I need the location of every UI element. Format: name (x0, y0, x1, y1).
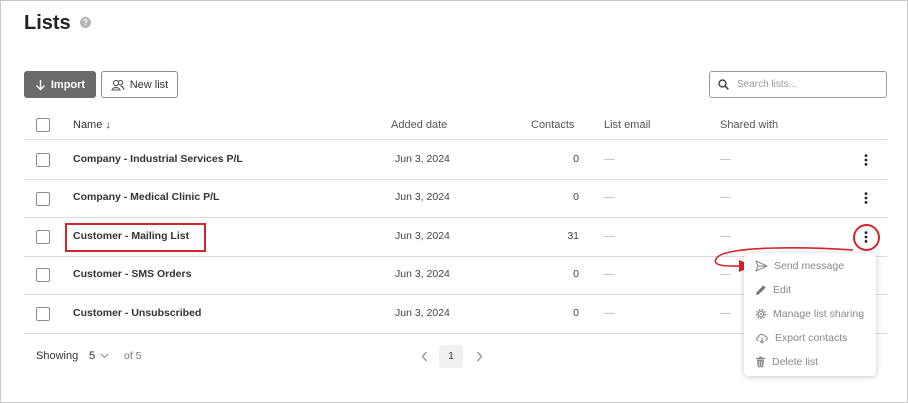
contacts-count: 0 (573, 307, 579, 319)
contacts-count: 31 (567, 230, 579, 242)
list-email: — (604, 268, 615, 280)
added-date: Jun 3, 2024 (395, 191, 450, 203)
chevron-right-icon (476, 351, 482, 361)
annotation-highlight-box (65, 223, 206, 252)
added-date: Jun 3, 2024 (395, 268, 450, 280)
contacts-count: 0 (573, 268, 579, 280)
row-checkbox[interactable] (36, 192, 50, 206)
row-context-menu: Send message Edit Manage list sharing Ex… (744, 253, 876, 376)
added-date: Jun 3, 2024 (395, 153, 450, 165)
kebab-menu-icon (864, 192, 868, 204)
people-icon (111, 79, 125, 91)
menu-item-send-message[interactable]: Send message (755, 258, 844, 274)
import-button-label: Import (50, 78, 86, 91)
menu-item-delete-list[interactable]: Delete list (755, 354, 818, 370)
column-header-name[interactable]: Name ↓ (73, 119, 111, 131)
row-actions-button[interactable] (858, 152, 874, 168)
send-icon (755, 260, 768, 272)
list-email: — (604, 153, 615, 165)
menu-item-edit[interactable]: Edit (755, 282, 791, 298)
chevron-left-icon (421, 351, 427, 361)
shared-with: — (720, 307, 731, 319)
column-header-shared-with[interactable]: Shared with (720, 119, 778, 131)
select-all-checkbox[interactable] (36, 118, 50, 132)
previous-page-button[interactable] (417, 347, 431, 365)
menu-item-label: Delete list (772, 356, 819, 368)
new-list-button[interactable]: New list (101, 71, 178, 98)
list-name-link[interactable]: Company - Industrial Services P/L (73, 153, 243, 165)
pencil-icon (756, 285, 766, 295)
list-name-link[interactable]: Customer - SMS Orders (73, 268, 191, 280)
next-page-button[interactable] (472, 347, 486, 365)
list-email: — (604, 191, 615, 203)
column-header-list-email[interactable]: List email (604, 119, 650, 131)
search-input[interactable] (737, 79, 877, 90)
shared-with: — (720, 191, 731, 203)
new-list-button-label: New list (129, 78, 169, 91)
menu-item-label: Send message (774, 260, 845, 272)
row-checkbox[interactable] (36, 153, 50, 167)
shared-with: — (720, 153, 731, 165)
contacts-count: 0 (573, 153, 579, 165)
search-icon (718, 79, 729, 90)
divider (24, 179, 887, 180)
divider (24, 217, 887, 218)
contacts-count: 0 (573, 191, 579, 203)
chevron-down-icon (100, 353, 109, 359)
cloud-download-icon (756, 333, 768, 344)
search-box[interactable] (709, 71, 887, 98)
row-actions-button[interactable] (858, 190, 874, 206)
gear-icon (756, 309, 766, 319)
page-size-value: 5 (89, 350, 96, 362)
page-title: Lists (24, 12, 71, 34)
column-header-added-date[interactable]: Added date (391, 119, 447, 131)
list-email: — (604, 307, 615, 319)
list-email: — (604, 230, 615, 242)
added-date: Jun 3, 2024 (395, 230, 450, 242)
arrow-down-icon (35, 79, 45, 90)
question-circle-icon[interactable]: ? (80, 17, 91, 28)
menu-item-manage-list-sharing[interactable]: Manage list sharing (755, 306, 864, 322)
row-checkbox[interactable] (36, 268, 50, 282)
menu-item-label: Edit (773, 284, 792, 296)
menu-item-label: Export contacts (775, 332, 848, 344)
row-checkbox[interactable] (36, 307, 50, 321)
menu-item-label: Manage list sharing (773, 308, 865, 320)
row-checkbox[interactable] (36, 230, 50, 244)
import-button[interactable]: Import (24, 71, 96, 98)
list-name-link[interactable]: Customer - Unsubscribed (73, 307, 201, 319)
list-name-link[interactable]: Company - Medical Clinic P/L (73, 191, 219, 203)
showing-label: Showing (36, 350, 79, 362)
page-size-select[interactable]: 5 (89, 350, 109, 362)
added-date: Jun 3, 2024 (395, 307, 450, 319)
trash-icon (756, 356, 765, 368)
kebab-menu-icon (864, 154, 868, 166)
divider (24, 139, 887, 140)
column-header-contacts[interactable]: Contacts (531, 119, 574, 131)
page-number-button[interactable]: 1 (439, 345, 463, 368)
total-count-label: of 5 (124, 350, 142, 362)
menu-item-export-contacts[interactable]: Export contacts (755, 330, 847, 346)
